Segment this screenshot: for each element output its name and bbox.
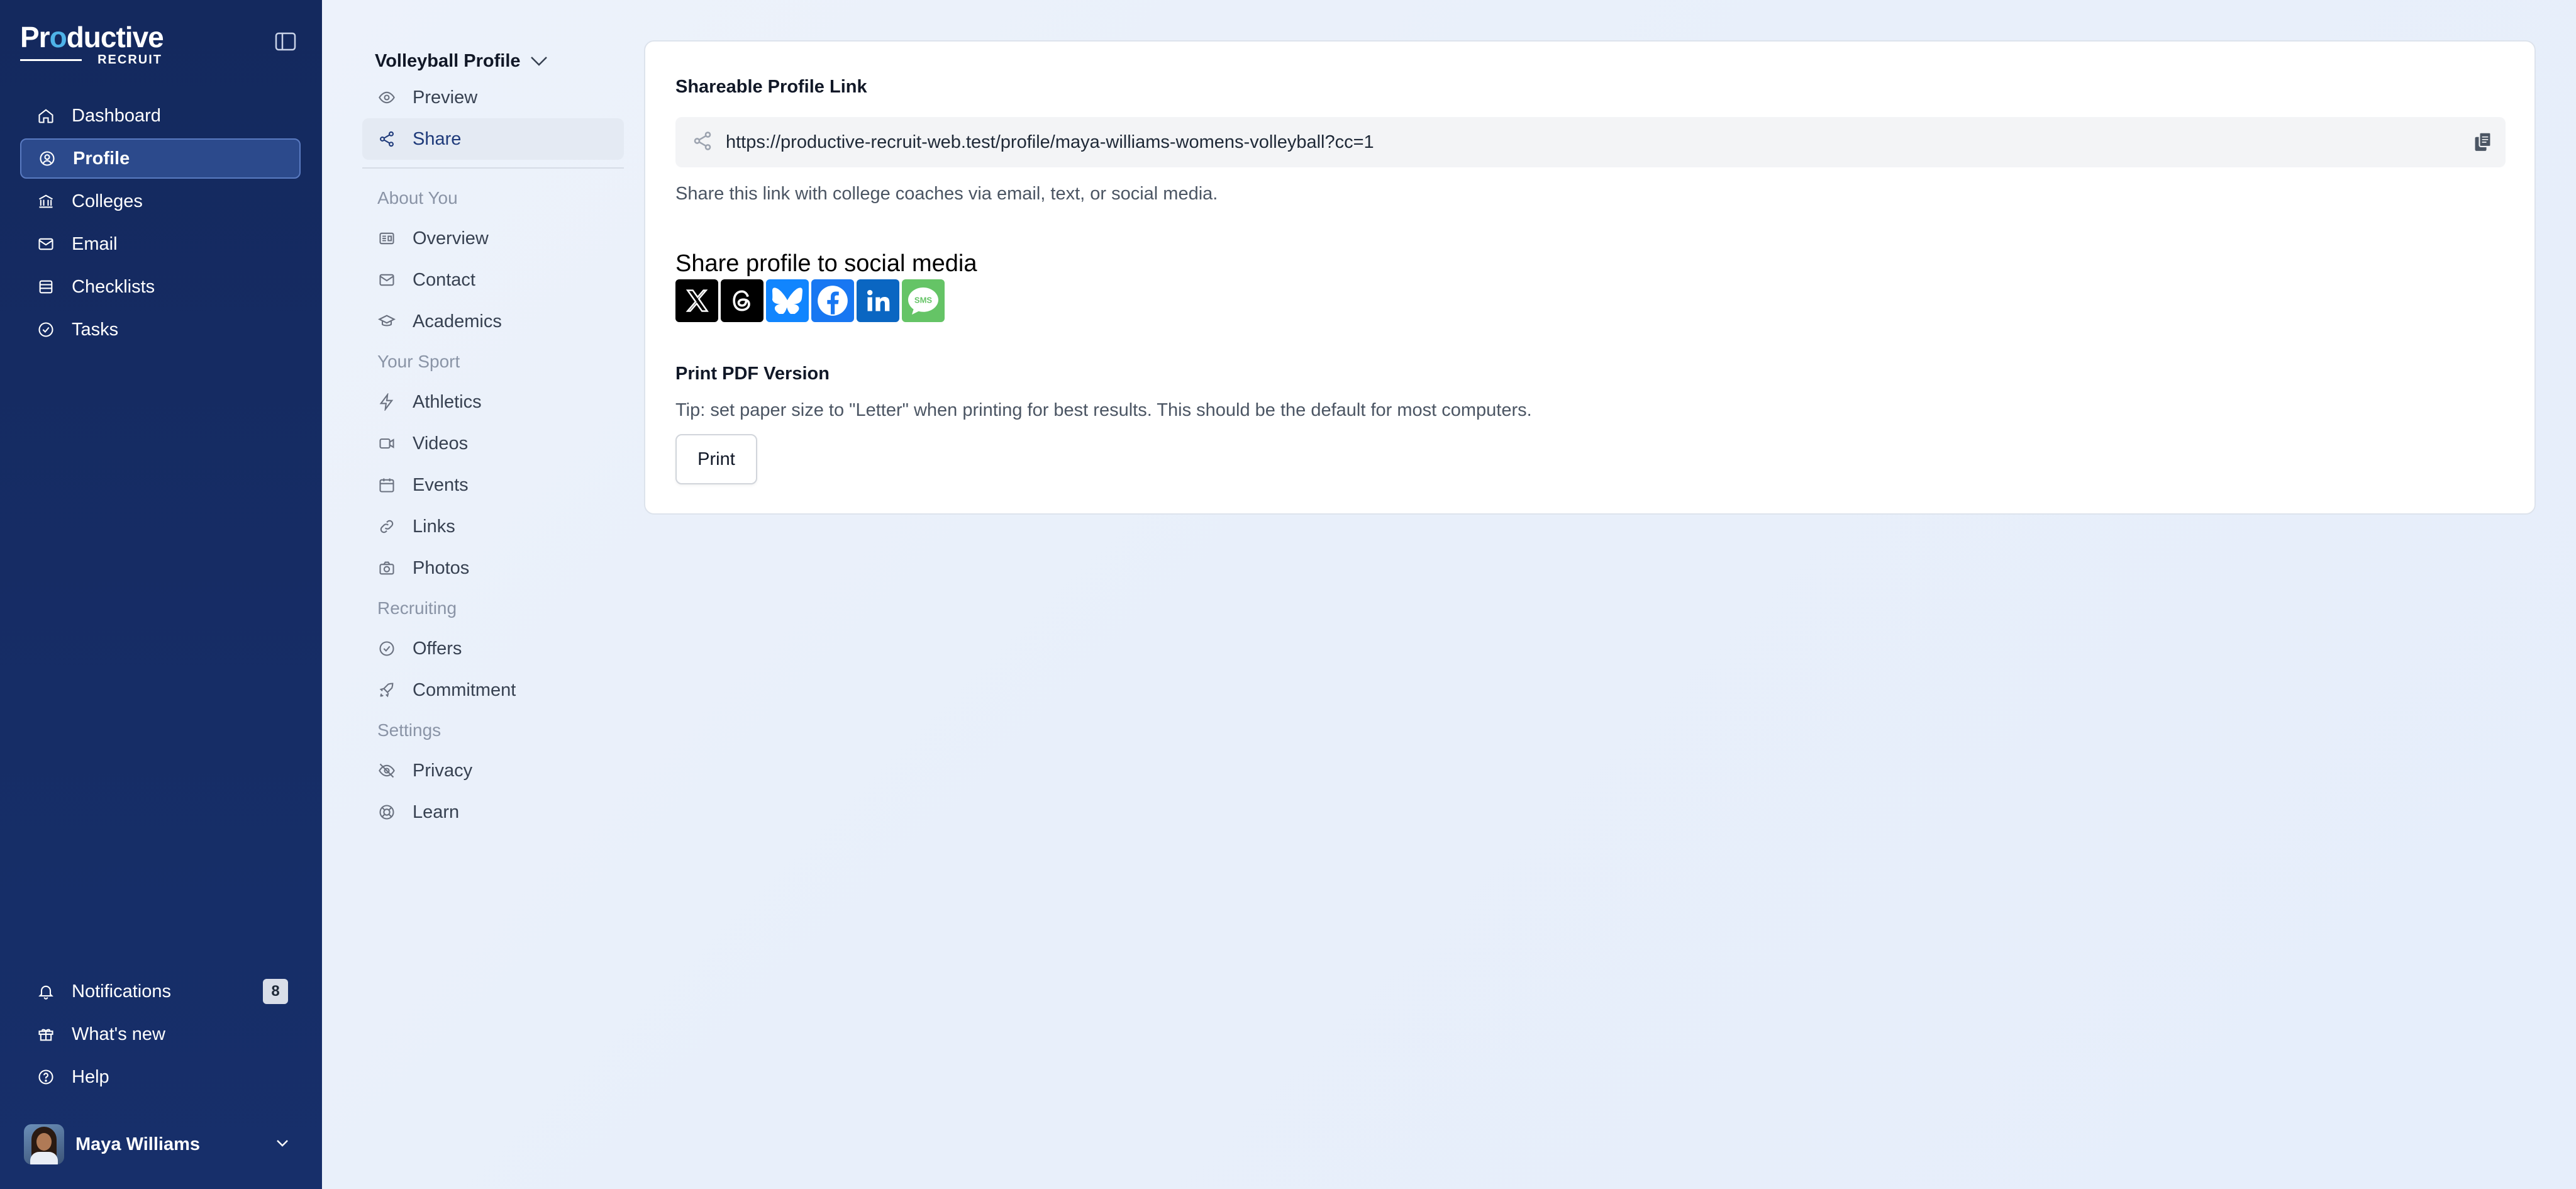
print-button[interactable]: Print — [675, 434, 757, 484]
lifebuoy-icon — [377, 803, 396, 822]
profile-subnav: Volleyball Profile Preview Share About Y… — [362, 45, 624, 833]
subnav-item-share[interactable]: Share — [362, 118, 624, 160]
mail-icon — [36, 235, 55, 254]
subnav-item-preview[interactable]: Preview — [362, 77, 624, 118]
subnav-item-contact[interactable]: Contact — [362, 259, 624, 301]
check-circle-icon — [36, 320, 55, 339]
chevron-down-icon — [275, 1139, 289, 1151]
threads-icon[interactable] — [721, 279, 763, 322]
shareable-link-field[interactable]: https://productive-recruit-web.test/prof… — [675, 117, 2506, 167]
subnav-item-links[interactable]: Links — [362, 506, 624, 547]
sms-icon[interactable]: SMS — [902, 279, 945, 322]
subnav-item-overview[interactable]: Overview — [362, 218, 624, 259]
sidebar-toggle-icon[interactable] — [273, 30, 298, 53]
nav-item-tasks[interactable]: Tasks — [20, 310, 301, 350]
mail-icon — [377, 271, 396, 289]
college-icon — [36, 192, 55, 211]
bluesky-icon[interactable] — [766, 279, 809, 322]
link-icon — [377, 517, 396, 536]
notifications-count-badge: 8 — [263, 979, 288, 1004]
share-link-helptext: Share this link with college coaches via… — [675, 184, 1218, 204]
camera-icon — [377, 559, 396, 578]
check-circle-icon — [377, 639, 396, 658]
facebook-icon[interactable] — [811, 279, 854, 322]
subnav-item-athletics[interactable]: Athletics — [362, 381, 624, 423]
subnav-item-offers[interactable]: Offers — [362, 628, 624, 669]
nav-item-colleges[interactable]: Colleges — [20, 181, 301, 221]
list-icon — [36, 277, 55, 296]
bolt-icon — [377, 393, 396, 411]
home-icon — [36, 106, 55, 125]
brand-logo[interactable]: Productive RECRUIT — [20, 21, 171, 67]
subnav-item-videos[interactable]: Videos — [362, 423, 624, 464]
nav-item-notifications[interactable]: Notifications 8 — [20, 971, 301, 1012]
eye-icon — [377, 88, 396, 107]
copy-icon[interactable] — [2469, 128, 2497, 156]
shareable-link-heading: Shareable Profile Link — [675, 77, 867, 97]
user-name: Maya Williams — [75, 1134, 200, 1154]
linkedin-icon[interactable] — [857, 279, 899, 322]
subnav-item-photos[interactable]: Photos — [362, 547, 624, 589]
social-share-buttons: SMS — [675, 279, 945, 322]
nav-item-whats-new[interactable]: What's new — [20, 1014, 301, 1054]
calendar-icon — [377, 476, 396, 494]
shareable-link-url: https://productive-recruit-web.test/prof… — [726, 131, 1374, 152]
user-menu[interactable]: Maya Williams — [24, 1124, 301, 1165]
print-pdf-heading: Print PDF Version — [675, 364, 830, 384]
subnav-item-commitment[interactable]: Commitment — [362, 669, 624, 711]
avatar — [24, 1124, 64, 1164]
share-icon — [692, 130, 713, 155]
section-settings: Settings — [377, 720, 441, 740]
nav-item-help[interactable]: Help — [20, 1057, 301, 1097]
rocket-icon — [377, 681, 396, 700]
social-share-heading: Share profile to social media — [675, 250, 977, 277]
main-nav: Dashboard Profile Colleges Email Checkli… — [20, 96, 301, 352]
gift-icon — [36, 1025, 55, 1044]
print-tip: Tip: set paper size to "Letter" when pri… — [675, 400, 1532, 420]
x-icon[interactable] — [675, 279, 718, 322]
chevron-down-icon — [530, 57, 547, 66]
bell-icon — [36, 982, 55, 1001]
eye-off-icon — [377, 761, 396, 780]
subnav-item-academics[interactable]: Academics — [362, 301, 624, 342]
share-icon — [377, 130, 396, 148]
graduation-cap-icon — [377, 312, 396, 331]
share-card: Shareable Profile Link https://productiv… — [644, 40, 2536, 515]
sidebar: Productive RECRUIT Dashboard Profile Col… — [0, 0, 322, 1189]
section-your-sport: Your Sport — [377, 352, 460, 371]
svg-text:SMS: SMS — [914, 295, 933, 304]
subnav-item-learn[interactable]: Learn — [362, 791, 624, 833]
video-icon — [377, 434, 396, 453]
section-recruiting: Recruiting — [377, 598, 457, 618]
subnav-item-privacy[interactable]: Privacy — [362, 750, 624, 791]
nav-item-email[interactable]: Email — [20, 224, 301, 264]
subnav-item-events[interactable]: Events — [362, 464, 624, 506]
nav-item-checklists[interactable]: Checklists — [20, 267, 301, 307]
profile-selector[interactable]: Volleyball Profile — [362, 45, 624, 77]
nav-item-profile[interactable]: Profile — [20, 138, 301, 179]
id-card-icon — [377, 229, 396, 248]
secondary-nav: Notifications 8 What's new Help — [20, 971, 301, 1100]
section-about-you: About You — [377, 188, 458, 208]
user-circle-icon — [38, 149, 57, 168]
help-circle-icon — [36, 1068, 55, 1086]
nav-item-dashboard[interactable]: Dashboard — [20, 96, 301, 136]
